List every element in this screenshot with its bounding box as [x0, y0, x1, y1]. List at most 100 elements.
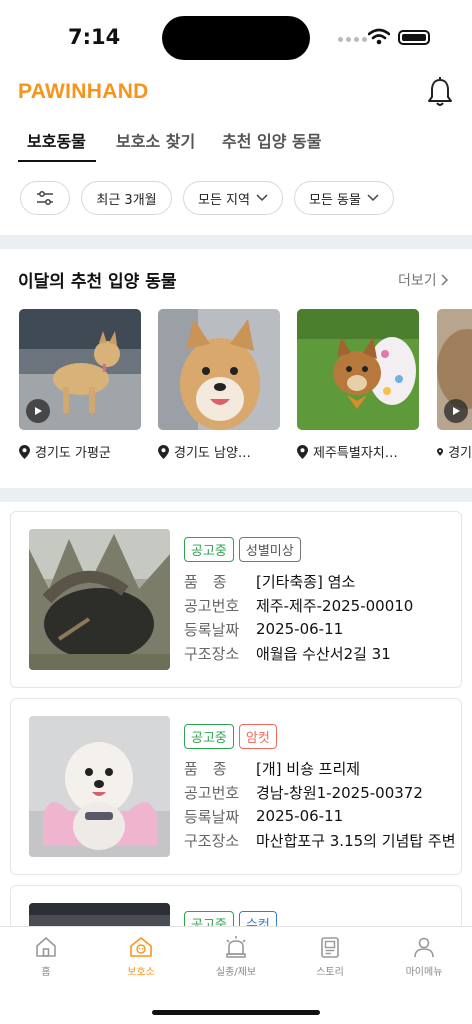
status-bar: 7:14 [0, 0, 472, 76]
animal-photo [29, 716, 170, 857]
date-label: 등록날짜 [184, 620, 240, 639]
recommended-location: 제주특별자치… [297, 442, 419, 461]
nav-home[interactable]: 홈 [6, 935, 86, 978]
nav-shelter-label: 보호소 [127, 967, 155, 978]
notice-value: 경남-창원1-2025-00372 [256, 783, 423, 802]
date-row: 등록날짜 2025-06-11 [184, 804, 456, 828]
more-link-label: 더보기 [398, 273, 437, 289]
bell-icon[interactable] [426, 76, 454, 108]
animal-card[interactable]: 공고중 암컷 품 종 [개] 비숑 프리제 공고번호 경남-창원1-2025-003… [10, 698, 462, 875]
play-icon[interactable] [444, 399, 468, 423]
recommended-location: 경기도 남양… [158, 442, 280, 461]
recommended-location: 경기도 가평군 [19, 442, 141, 461]
status-badge: 공고중 [184, 724, 234, 749]
location-text: 경기도 남양… [174, 446, 251, 461]
recommended-card[interactable]: 경기도 남양… [158, 309, 280, 461]
filter-bar: 최근 3개월 모든 지역 모든 동물 [0, 181, 472, 217]
wifi-icon [368, 28, 390, 45]
species-filter[interactable]: 모든 동물 [294, 181, 394, 215]
breed-row: 품 종 [개] 비숑 프리제 [184, 756, 456, 780]
animal-photo [158, 309, 280, 430]
nav-home-label: 홈 [41, 967, 51, 978]
species-filter-label: 모든 동물 [309, 192, 361, 208]
nav-my-menu[interactable]: 마이메뉴 [384, 935, 464, 978]
tab-protected-animals[interactable]: 보호동물 [27, 128, 86, 152]
location-text: 제주특별자치… [313, 446, 398, 461]
breed-label: 품 종 [184, 759, 227, 778]
animal-info: 품 종 [개] 비숑 프리제 공고번호 경남-창원1-2025-00372 등록날짜… [184, 756, 456, 852]
filter-settings-button[interactable] [20, 181, 70, 215]
section-divider [0, 488, 472, 502]
more-link[interactable]: 더보기 [398, 270, 449, 290]
date-value: 2025-06-11 [256, 807, 344, 825]
map-pin-icon [158, 444, 169, 459]
animal-photo [29, 529, 170, 670]
place-label: 구조장소 [184, 831, 240, 850]
story-icon [321, 937, 339, 958]
animal-info: 품 종 [기타축종] 염소 공고번호 제주-제주-2025-00010 등록날짜 20… [184, 569, 413, 665]
date-value: 2025-06-11 [256, 620, 344, 638]
chevron-down-icon [256, 194, 268, 202]
place-row: 구조장소 마산합포구 3.15의 기념탑 주변 [184, 828, 456, 852]
date-row: 등록날짜 2025-06-11 [184, 617, 413, 641]
battery-icon [398, 30, 430, 45]
location-text: 경기 [448, 446, 472, 461]
shelter-icon [130, 937, 152, 957]
status-time: 7:14 [68, 25, 121, 49]
section-divider [0, 235, 472, 249]
period-filter-label: 최근 3개월 [96, 192, 157, 208]
notice-label: 공고번호 [184, 783, 240, 802]
sex-badge: 성별미상 [238, 537, 301, 562]
recommended-card[interactable]: 경기도 가평군 [19, 309, 141, 461]
place-value: 마산합포구 3.15의 기념탑 주변 [256, 831, 456, 850]
active-tab-underline [18, 160, 96, 162]
period-filter[interactable]: 최근 3개월 [81, 181, 172, 215]
app-logo: PAWINHAND [18, 80, 149, 103]
dynamic-island [162, 16, 310, 60]
sex-badge: 암컷 [238, 724, 277, 749]
nav-story-label: 스토리 [316, 967, 344, 978]
breed-row: 품 종 [기타축종] 염소 [184, 569, 413, 593]
person-icon [414, 937, 434, 958]
play-icon[interactable] [26, 399, 50, 423]
breed-value: [개] 비숑 프리제 [256, 759, 361, 778]
siren-icon [226, 936, 246, 958]
nav-story[interactable]: 스토리 [290, 935, 370, 978]
location-text: 경기도 가평군 [35, 446, 111, 461]
animal-photo [437, 309, 472, 430]
map-pin-icon [297, 444, 308, 459]
badge-group: 공고중 성별미상 [184, 537, 301, 562]
app-header: PAWINHAND [0, 76, 472, 116]
animal-card[interactable]: 공고중 성별미상 품 종 [기타축종] 염소 공고번호 제주-제주-2025-000… [10, 511, 462, 688]
place-label: 구조장소 [184, 644, 240, 663]
animal-photo [19, 309, 141, 430]
breed-value: [기타축종] 염소 [256, 572, 356, 591]
recommended-location: 경기 [437, 442, 472, 461]
recommended-card[interactable]: 제주특별자치… [297, 309, 419, 461]
nav-missing-report[interactable]: 실종/제보 [196, 935, 276, 978]
chevron-right-icon [441, 274, 448, 286]
badge-group: 공고중 암컷 [184, 724, 277, 749]
breed-label: 품 종 [184, 572, 227, 591]
region-filter-label: 모든 지역 [198, 192, 250, 208]
notice-label: 공고번호 [184, 596, 240, 615]
main-tabs: 보호동물 보호소 찾기 추천 입양 동물 [0, 122, 472, 164]
recommended-card[interactable]: 경기 [437, 309, 472, 461]
tab-find-shelter[interactable]: 보호소 찾기 [116, 128, 195, 152]
tab-recommended-adoption[interactable]: 추천 입양 동물 [222, 128, 321, 152]
notice-row: 공고번호 제주-제주-2025-00010 [184, 593, 413, 617]
chevron-down-icon [367, 194, 379, 202]
recommended-title: 이달의 추천 입양 동물 [18, 272, 177, 292]
home-icon [36, 937, 56, 957]
notice-row: 공고번호 경남-창원1-2025-00372 [184, 780, 456, 804]
animal-photo [297, 309, 419, 430]
map-pin-icon [19, 444, 30, 459]
map-pin-icon [437, 447, 444, 456]
place-row: 구조장소 애월읍 수산서2길 31 [184, 641, 413, 665]
region-filter[interactable]: 모든 지역 [183, 181, 283, 215]
date-label: 등록날짜 [184, 807, 240, 826]
nav-shelter[interactable]: 보호소 [101, 935, 181, 978]
status-badge: 공고중 [184, 537, 234, 562]
sliders-icon [37, 191, 53, 205]
signal-icon [338, 37, 367, 42]
